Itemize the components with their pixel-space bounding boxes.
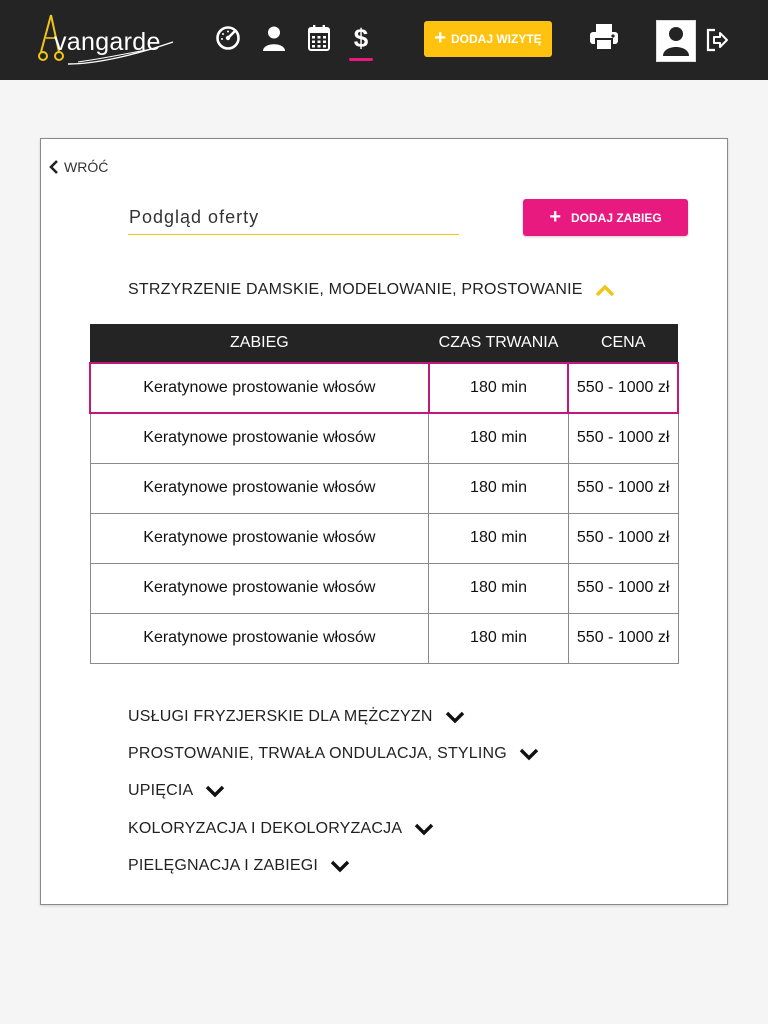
active-nav-indicator	[349, 58, 373, 61]
service-name-cell: Keratynowe prostowanie włosów	[89, 412, 430, 464]
header-duration: CZAS TRWANIA	[428, 324, 569, 363]
chevron-down-icon	[206, 786, 225, 798]
service-name-cell: Keratynowe prostowanie włosów	[89, 362, 430, 414]
duration-cell: 180 min	[428, 462, 569, 514]
user-avatar-icon	[663, 27, 689, 56]
price-cell: 550 - 1000 zł	[567, 612, 679, 664]
plus-icon: +	[434, 27, 446, 49]
plus-icon: +	[549, 205, 561, 228]
back-link[interactable]: WRÓĆ	[49, 159, 108, 175]
printer-icon	[590, 24, 618, 51]
category-label: UPIĘCIA	[128, 782, 194, 800]
price-cell: 550 - 1000 zł	[567, 462, 679, 514]
brand-name: vangarde	[54, 28, 161, 56]
nav-calendar[interactable]	[305, 24, 333, 52]
offer-preview-card: WRÓĆ Podgląd oferty + DODAJ ZABIEG STRZY…	[40, 138, 728, 905]
duration-cell: 180 min	[428, 562, 569, 614]
logout-icon	[706, 28, 728, 52]
nav-dashboard[interactable]	[214, 24, 242, 52]
duration-cell: 180 min	[428, 412, 569, 464]
user-icon	[263, 26, 285, 51]
table-header-row: ZABIEG CZAS TRWANIA CENA	[90, 324, 678, 363]
category-expanded[interactable]: STRZYRZENIE DAMSKIE, MODELOWANIE, PROSTO…	[128, 281, 615, 299]
user-avatar[interactable]	[656, 20, 696, 62]
header-service: ZABIEG	[90, 324, 429, 363]
category-collapsed[interactable]: PIELĘGNACJA I ZABIEGI	[128, 848, 539, 885]
offer-title-field[interactable]: Podgląd oferty	[128, 207, 459, 235]
table-row[interactable]: Keratynowe prostowanie włosów 180 min 55…	[89, 412, 679, 464]
add-service-label: DODAJ ZABIEG	[571, 210, 662, 225]
header-price: CENA	[568, 324, 678, 363]
category-label: USŁUGI FRYZJERSKIE DLA MĘŻCZYZN	[128, 707, 433, 725]
chevron-down-icon	[330, 861, 350, 873]
service-name-cell: Keratynowe prostowanie włosów	[89, 462, 430, 514]
chevron-down-icon	[445, 711, 464, 724]
price-cell: 550 - 1000 zł	[567, 362, 679, 414]
top-navbar: vangarde $ + DODAJ WIZYTĘ	[0, 0, 768, 80]
service-name-cell: Keratynowe prostowanie włosów	[89, 612, 430, 664]
service-name-cell: Keratynowe prostowanie włosów	[89, 512, 430, 564]
dollar-icon: $	[354, 24, 369, 52]
duration-cell: 180 min	[428, 512, 569, 564]
svg-text:$: $	[354, 24, 369, 52]
chevron-down-icon	[519, 748, 539, 761]
category-collapsed[interactable]: USŁUGI FRYZJERSKIE DLA MĘŻCZYZN	[128, 698, 539, 735]
category-label: PIELĘGNACJA I ZABIEGI	[128, 857, 319, 875]
chevron-left-icon	[49, 160, 58, 174]
brand-logo[interactable]: vangarde	[38, 12, 178, 68]
table-row[interactable]: Keratynowe prostowanie włosów 180 min 55…	[89, 512, 679, 564]
category-collapsed[interactable]: UPIĘCIA	[128, 773, 539, 810]
services-table: ZABIEG CZAS TRWANIA CENA Keratynowe pros…	[89, 324, 679, 664]
table-row[interactable]: Keratynowe prostowanie włosów 180 min 55…	[89, 612, 679, 664]
table-row[interactable]: Keratynowe prostowanie włosów 180 min 55…	[89, 362, 679, 414]
chevron-down-icon	[415, 823, 434, 836]
collapsed-categories: USŁUGI FRYZJERSKIE DLA MĘŻCZYZN PROSTOWA…	[128, 698, 539, 885]
category-collapsed[interactable]: KOLORYZACJA I DEKOLORYZACJA	[128, 810, 539, 847]
duration-cell: 180 min	[428, 612, 569, 664]
chevron-up-icon	[595, 284, 614, 297]
table-row[interactable]: Keratynowe prostowanie włosów 180 min 55…	[89, 462, 679, 514]
price-cell: 550 - 1000 zł	[567, 512, 679, 564]
logout-button[interactable]	[703, 26, 731, 54]
duration-cell: 180 min	[427, 362, 570, 414]
category-label: KOLORYZACJA I DEKOLORYZACJA	[128, 819, 403, 837]
table-row[interactable]: Keratynowe prostowanie włosów 180 min 55…	[89, 562, 679, 614]
speedometer-icon	[216, 26, 240, 50]
category-collapsed[interactable]: PROSTOWANIE, TRWAŁA ONDULACJA, STYLING	[128, 735, 539, 772]
add-visit-label: DODAJ WIZYTĘ	[451, 32, 542, 46]
add-visit-button[interactable]: + DODAJ WIZYTĘ	[424, 21, 552, 57]
price-cell: 550 - 1000 zł	[567, 412, 679, 464]
category-label: PROSTOWANIE, TRWAŁA ONDULACJA, STYLING	[128, 745, 507, 763]
price-cell: 550 - 1000 zł	[567, 562, 679, 614]
add-service-button[interactable]: + DODAJ ZABIEG	[523, 199, 688, 236]
calendar-icon	[308, 25, 330, 51]
category-label: STRZYRZENIE DAMSKIE, MODELOWANIE, PROSTO…	[128, 281, 583, 298]
nav-pricing[interactable]: $	[347, 24, 375, 52]
nav-clients[interactable]	[260, 24, 288, 52]
print-button[interactable]	[588, 23, 620, 51]
back-label: WRÓĆ	[64, 159, 109, 175]
service-name-cell: Keratynowe prostowanie włosów	[89, 562, 430, 614]
